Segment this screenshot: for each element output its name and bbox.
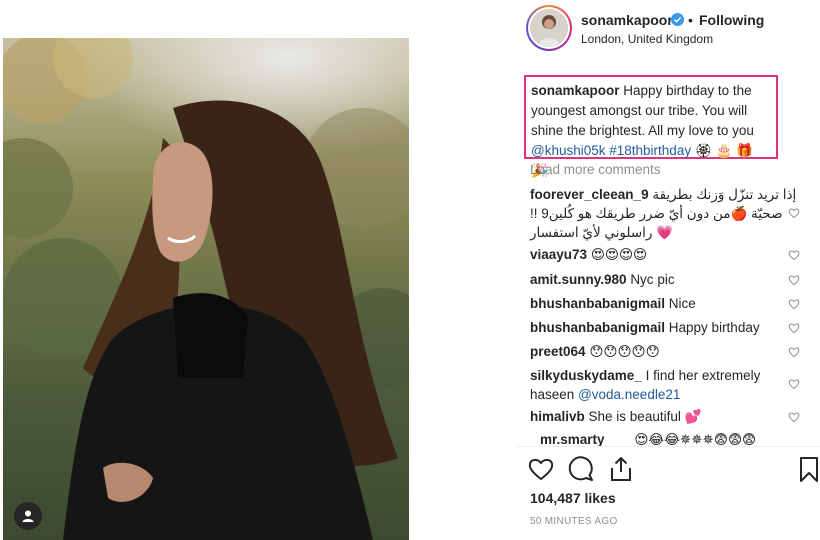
heart-icon[interactable]	[788, 411, 800, 423]
comment-item: himalivb She is beautiful 💕	[530, 407, 800, 426]
load-more-comments[interactable]: Load more comments	[530, 162, 661, 177]
heart-icon[interactable]	[788, 274, 800, 286]
comment-item: preet064 😯😯😯😯😯	[530, 342, 800, 361]
comment-text: 😍😂😂✵✵✵😨😨😨	[634, 432, 757, 446]
likes-count[interactable]: 104,487 likes	[530, 490, 616, 506]
avatar[interactable]	[526, 5, 572, 51]
comment-item: amit.sunny.980 Nyc pic	[530, 270, 800, 289]
post-image	[3, 38, 409, 540]
user-tag-button[interactable]	[14, 502, 42, 530]
heart-icon[interactable]	[788, 378, 800, 390]
comment-username[interactable]: silkyduskydame_	[530, 368, 642, 383]
comment-username[interactable]: himalivb	[530, 409, 585, 424]
heart-icon[interactable]	[788, 249, 800, 261]
bookmark-icon[interactable]	[795, 455, 820, 483]
comment-username[interactable]: bhushanbabanigmail	[530, 320, 665, 335]
heart-icon[interactable]	[527, 455, 555, 483]
comment-item: silkyduskydame_ I find her extremely has…	[530, 366, 780, 404]
post-timestamp: 50 MINUTES AGO	[530, 516, 618, 527]
comment-item: viaayu73 😍😍😍😍	[530, 245, 800, 264]
comment-username[interactable]: viaayu73	[530, 247, 587, 262]
heart-icon[interactable]	[788, 322, 800, 334]
comment-icon[interactable]	[567, 455, 595, 483]
header-username[interactable]: sonamkapoor	[581, 12, 673, 28]
location-link[interactable]: London, United Kingdom	[581, 32, 713, 46]
comment-username[interactable]: preet064	[530, 344, 586, 359]
post-header: sonamkapoor • Following London, United K…	[526, 5, 816, 55]
separator-dot: •	[688, 12, 693, 28]
comment-mention[interactable]: @voda.needle21	[578, 387, 680, 402]
heart-icon[interactable]	[788, 346, 800, 358]
comment-username[interactable]: bhushanbabanigmail	[530, 296, 665, 311]
comment-item: foorever_cleean_9 إذا تريد تنزّل وَزنك ب…	[530, 185, 800, 242]
verified-badge-icon	[671, 13, 684, 26]
comment-username[interactable]: amit.sunny.980	[530, 272, 627, 287]
comment-text: Nyc pic	[630, 272, 675, 287]
comment-text: 😍😍😍😍	[590, 247, 648, 262]
caption-mention[interactable]: @khushi05k	[531, 143, 606, 158]
comment-username[interactable]: foorever_cleean_9	[530, 187, 649, 202]
comment-item: bhushanbabanigmail Nice	[530, 294, 800, 313]
heart-icon[interactable]	[788, 207, 800, 219]
heart-icon[interactable]	[788, 298, 800, 310]
share-icon[interactable]	[607, 455, 635, 483]
post-photo[interactable]	[3, 38, 409, 540]
caption-hashtag[interactable]: #18thbirthday	[609, 143, 691, 158]
following-button[interactable]: Following	[699, 12, 764, 28]
comment-username[interactable]: mr.smarty	[540, 432, 605, 446]
comment-item: bhushanbabanigmail Happy birthday	[530, 318, 800, 337]
caption-highlight: sonamkapoor Happy birthday to the younge…	[524, 75, 778, 178]
comment-item: mr.smarty 😍😂😂✵✵✵😨😨😨	[540, 430, 810, 446]
comment-text: 😯😯😯😯😯	[589, 344, 660, 359]
divider	[516, 446, 820, 447]
caption-username[interactable]: sonamkapoor	[531, 83, 620, 98]
user-tag-icon	[22, 510, 34, 522]
avatar-image	[530, 9, 568, 47]
comment-text: Nice	[668, 296, 696, 311]
comment-text: Happy birthday	[668, 320, 760, 335]
comment-text: She is beautiful 💕	[588, 409, 702, 424]
action-bar	[527, 455, 820, 485]
